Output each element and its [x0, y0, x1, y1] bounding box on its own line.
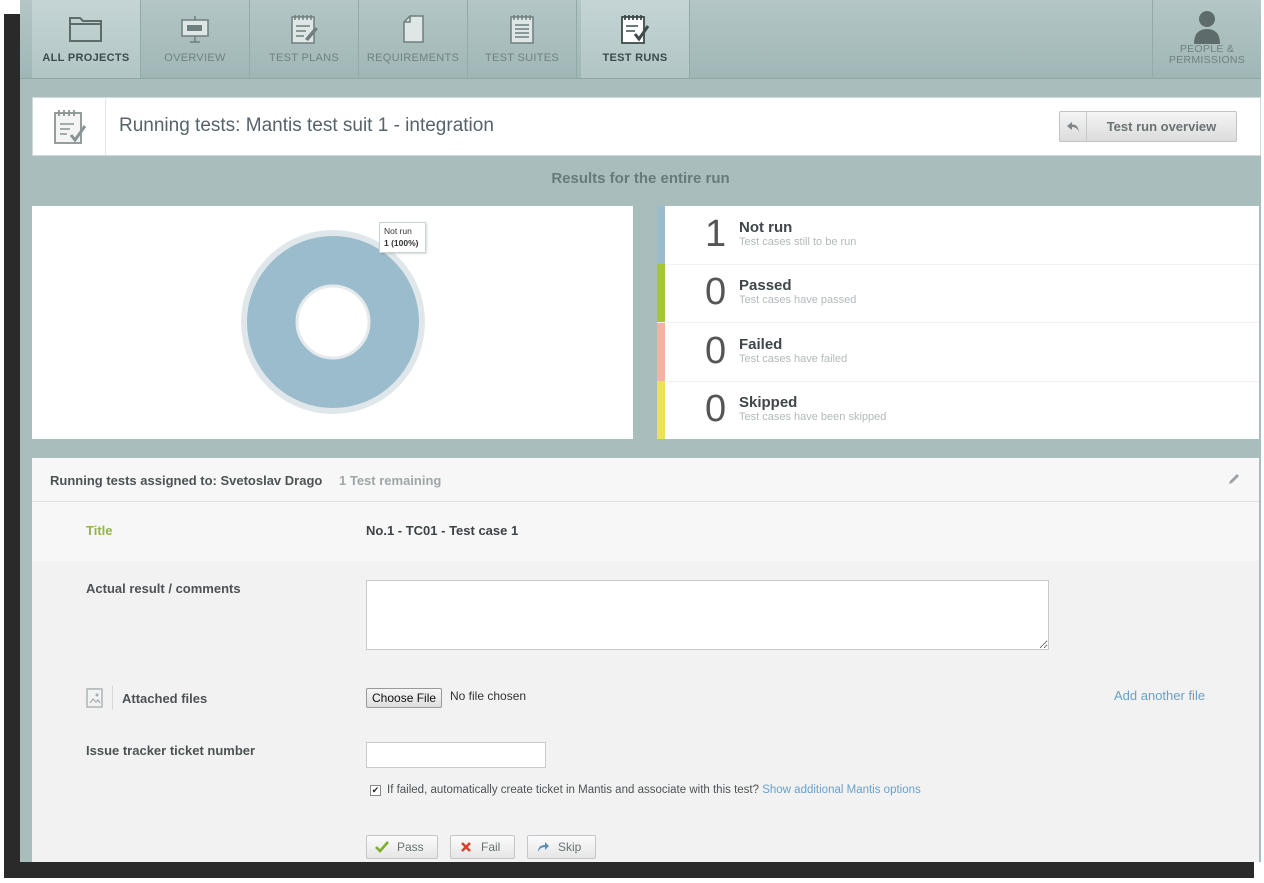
page-header: Running tests: Mantis test suit 1 - inte… — [32, 97, 1261, 156]
stat-color-bar — [657, 264, 665, 322]
app-window: ALL PROJECTS OVERVIEW TEST PLANS REQUIRE… — [20, 0, 1261, 862]
notepad-check-icon — [615, 12, 655, 46]
results-heading: Results for the entire run — [551, 170, 730, 187]
test-case-title: No.1 - TC01 - Test case 1 — [366, 523, 519, 538]
stat-count: 0 — [705, 271, 727, 313]
tab-label: ALL PROJECTS — [42, 52, 130, 64]
tooltip-label: Not run — [384, 226, 412, 236]
stat-name: Passed — [739, 277, 792, 294]
tab-label: TEST PLANS — [268, 52, 340, 64]
test-title-row: Title No.1 - TC01 - Test case 1 — [32, 502, 1259, 561]
tab-label: PEOPLE & PERMISSIONS — [1169, 44, 1245, 66]
tests-remaining: 1 Test remaining — [339, 473, 442, 488]
add-another-file-link[interactable]: Add another file — [1114, 688, 1205, 703]
image-file-icon — [85, 687, 105, 709]
tab-all-projects[interactable]: ALL PROJECTS — [32, 0, 141, 78]
notepad-pencil-icon — [284, 12, 324, 46]
stat-name: Failed — [739, 336, 783, 353]
stat-name: Not run — [739, 219, 793, 236]
fail-label: Fail — [481, 840, 501, 854]
tab-overview[interactable]: OVERVIEW — [141, 0, 250, 78]
people-label-line2: PERMISSIONS — [1168, 54, 1246, 66]
tab-label: REQUIREMENTS — [366, 52, 460, 64]
test-execution-panel: Running tests assigned to: Svetoslav Dra… — [32, 458, 1259, 862]
auto-ticket-checkbox[interactable]: ✔ — [370, 785, 381, 796]
stat-description: Test cases still to be run — [739, 236, 857, 248]
tooltip-value: 1 (100%) — [384, 238, 419, 248]
check-icon — [375, 840, 389, 854]
notepad-check-icon — [33, 98, 106, 155]
results-chart: Not run 1 (100%) — [32, 206, 633, 439]
tab-label: TEST RUNS — [602, 52, 668, 64]
skip-label: Skip — [558, 840, 582, 854]
tab-test-suites[interactable]: TEST SUITES — [468, 0, 577, 78]
pencil-icon[interactable] — [1227, 472, 1241, 491]
top-navigation: ALL PROJECTS OVERVIEW TEST PLANS REQUIRE… — [20, 0, 1261, 79]
folder-icon — [66, 12, 106, 46]
assigned-to-label: Running tests assigned to: Svetoslav Dra… — [50, 473, 323, 488]
test-run-overview-label: Test run overview — [1106, 119, 1217, 134]
pass-label: Pass — [397, 840, 424, 854]
document-icon — [393, 12, 433, 46]
no-file-chosen-text: No file chosen — [450, 689, 527, 703]
title-label: Title — [86, 523, 113, 538]
skip-button[interactable]: Skip — [527, 835, 596, 859]
stat-not-run: 1 Not run Test cases still to be run — [657, 206, 1259, 265]
pass-button[interactable]: Pass — [366, 835, 438, 859]
tab-label: TEST SUITES — [485, 52, 559, 64]
results-stats: 1 Not run Test cases still to be run 0 P… — [657, 206, 1259, 439]
person-icon — [1187, 8, 1227, 44]
auto-ticket-label: If failed, automatically create ticket i… — [387, 784, 760, 796]
comments-field[interactable] — [366, 580, 1049, 650]
mantis-options-link[interactable]: Show additional Mantis options — [762, 784, 921, 796]
tab-test-plans[interactable]: TEST PLANS — [250, 0, 359, 78]
stat-count: 0 — [705, 388, 727, 430]
stat-color-bar — [657, 323, 665, 381]
fail-button[interactable]: Fail — [450, 835, 515, 859]
notepad-list-icon — [502, 12, 542, 46]
tab-people-permissions[interactable]: PEOPLE & PERMISSIONS — [1152, 0, 1261, 78]
stat-count: 0 — [705, 330, 727, 372]
test-run-overview-button[interactable]: Test run overview — [1059, 111, 1237, 142]
stat-name: Skipped — [739, 394, 798, 411]
back-arrow-icon — [1060, 112, 1087, 141]
skip-arrow-icon — [536, 840, 550, 854]
stat-skipped: 0 Skipped Test cases have been skipped — [657, 381, 1259, 439]
tab-label: OVERVIEW — [164, 52, 226, 64]
divider — [112, 686, 113, 710]
tab-test-runs[interactable]: TEST RUNS — [581, 0, 690, 78]
chart-tooltip: Not run 1 (100%) — [379, 222, 426, 253]
auto-ticket-text: If failed, automatically create ticket i… — [387, 784, 921, 796]
page-title: Running tests: Mantis test suit 1 - inte… — [119, 115, 494, 136]
presentation-board-icon — [175, 12, 215, 46]
stat-description: Test cases have been skipped — [739, 411, 887, 423]
tab-requirements[interactable]: REQUIREMENTS — [359, 0, 468, 78]
comments-label: Actual result / comments — [86, 581, 241, 596]
x-icon — [459, 840, 473, 854]
ticket-number-input[interactable] — [366, 742, 546, 768]
stat-color-bar — [657, 381, 665, 439]
donut-chart — [241, 230, 425, 414]
choose-file-button[interactable]: Choose File — [366, 688, 443, 708]
stat-failed: 0 Failed Test cases have failed — [657, 323, 1259, 382]
ticket-number-label: Issue tracker ticket number — [86, 743, 256, 758]
execution-header: Running tests assigned to: Svetoslav Dra… — [32, 458, 1259, 502]
stat-count: 1 — [705, 213, 727, 255]
stat-passed: 0 Passed Test cases have passed — [657, 264, 1259, 323]
stat-description: Test cases have passed — [739, 294, 857, 306]
donut-hole — [295, 284, 371, 360]
stat-description: Test cases have failed — [739, 353, 848, 365]
stat-color-bar — [657, 206, 665, 264]
attached-files-label: Attached files — [122, 691, 208, 706]
